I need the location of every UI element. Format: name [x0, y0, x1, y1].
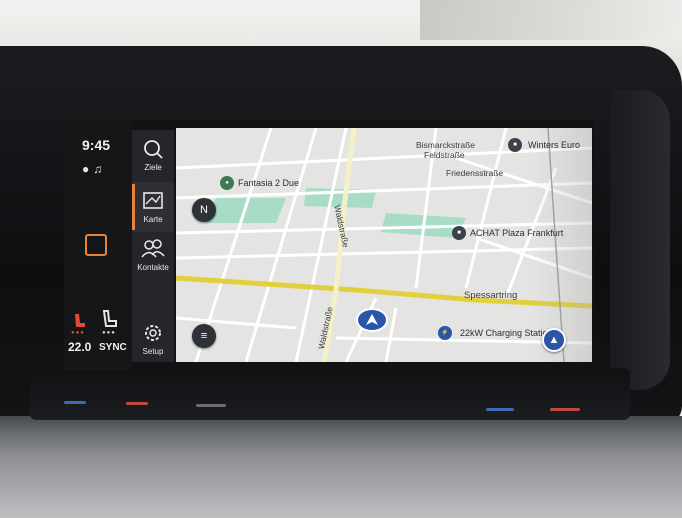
charging-icon[interactable]: ⚡	[438, 326, 452, 340]
nav-item-ziele[interactable]: Ziele	[132, 130, 174, 180]
poi-label: Fantasia 2 Due	[238, 178, 300, 188]
nav-item-karte[interactable]: Karte	[132, 182, 174, 232]
nav-item-label: Ziele	[144, 163, 162, 172]
strip-mark-red	[126, 402, 148, 405]
compass-button[interactable]: N	[192, 198, 216, 222]
dashboard-trim	[0, 416, 682, 518]
nav-menu: Ziele Karte Kontakte Setup	[132, 130, 174, 362]
nav-item-label: Kontakte	[137, 263, 169, 272]
status-icons: ●♫	[82, 162, 106, 176]
street-label: Spessartring	[464, 290, 518, 301]
navigation-arrow-icon: ▲	[548, 334, 560, 346]
home-button[interactable]	[85, 234, 107, 256]
strip-mark-blue	[64, 401, 86, 404]
main-road-spessartring	[176, 275, 592, 309]
street-label: Bismarckstraße	[416, 140, 476, 150]
globe-icon: ●	[82, 162, 94, 176]
infotainment-screen: 9:45 ●♫ ●●● ●●● 22.0 SYNC Ziele Karte Ko…	[64, 120, 594, 370]
nav-item-label: Setup	[142, 347, 164, 356]
heated-seat-icon[interactable]	[70, 312, 88, 330]
strip-mark-red	[550, 408, 580, 411]
compass-icon: N	[200, 204, 208, 216]
nav-item-kontakte[interactable]: Kontakte	[132, 230, 174, 280]
nav-item-label: Karte	[143, 215, 163, 224]
menu-button[interactable]: ≡	[192, 324, 216, 348]
search-icon	[144, 140, 163, 159]
street-label: Friedensstraße	[446, 168, 504, 178]
seat-fan-level-indicator: ●●●	[102, 330, 116, 336]
temperature-readout[interactable]: 22.0	[68, 340, 91, 354]
hotel-icon[interactable]: ■	[452, 226, 466, 240]
contacts-icon	[141, 239, 165, 258]
street-label: Feldstraße	[424, 150, 465, 160]
vehicle-position-icon	[356, 308, 388, 332]
seat-heat-level-indicator: ●●●	[71, 330, 85, 336]
menu-icon: ≡	[200, 330, 208, 342]
strip-mark-white	[196, 404, 226, 407]
status-panel: 9:45 ●♫ ●●● ●●● 22.0 SYNC	[64, 120, 132, 370]
map-view[interactable]: Bismarckstraße Feldstraße Friedensstraße…	[176, 128, 592, 362]
gear-icon	[145, 325, 161, 341]
poi-label: ACHAT Plaza Frankfurt	[470, 228, 564, 238]
background-ceiling	[420, 0, 682, 40]
poi-label: 22kW Charging Station	[460, 328, 553, 338]
current-position-button[interactable]: ▲	[542, 328, 566, 352]
climate-control-strip	[30, 368, 630, 420]
nav-item-setup[interactable]: Setup	[132, 314, 174, 364]
map-icon	[143, 192, 163, 209]
strip-mark-blue	[486, 408, 514, 411]
restaurant-icon[interactable]: ●	[220, 176, 234, 190]
navigation-arrow-icon	[366, 314, 378, 325]
clock: 9:45	[82, 137, 111, 153]
display-rim	[610, 90, 670, 390]
ventilated-seat-icon[interactable]	[100, 308, 120, 330]
map-edge-shade	[532, 128, 592, 362]
hotel-icon[interactable]: ■	[508, 138, 522, 152]
poi-label: Winters Euro	[528, 140, 581, 150]
voice-icon: ♫	[93, 162, 107, 176]
sync-button[interactable]: SYNC	[99, 342, 127, 353]
